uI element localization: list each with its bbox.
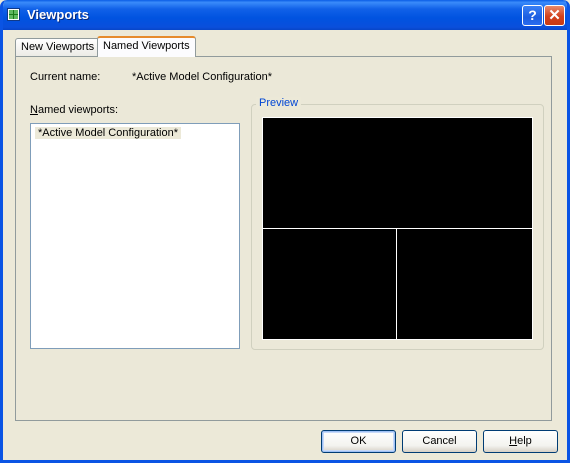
cancel-button[interactable]: Cancel [402,430,477,453]
window-title: Viewports [27,7,89,22]
viewport-bottom-left [263,229,396,339]
close-icon[interactable]: ✕ [544,5,565,26]
viewport-top [263,118,532,228]
tab-named-viewports[interactable]: Named Viewports [97,36,196,57]
named-viewports-list[interactable]: *Active Model Configuration* [30,123,240,349]
current-name-label: Current name: [30,71,101,83]
tab-new-viewports[interactable]: New Viewports [15,38,101,56]
title-bar[interactable]: Viewports ? ✕ [3,0,567,30]
viewports-app-icon [7,8,20,21]
list-item[interactable]: *Active Model Configuration* [35,127,182,139]
help-button[interactable]: Help [483,430,558,453]
preview-area [262,117,533,340]
viewport-bottom-right [397,229,532,339]
current-name-value: *Active Model Configuration* [132,71,273,83]
help-icon[interactable]: ? [522,5,543,26]
named-viewports-label: Named viewports: [30,104,119,116]
preview-group-title: Preview [256,97,302,109]
ok-button[interactable]: OK [321,430,396,453]
